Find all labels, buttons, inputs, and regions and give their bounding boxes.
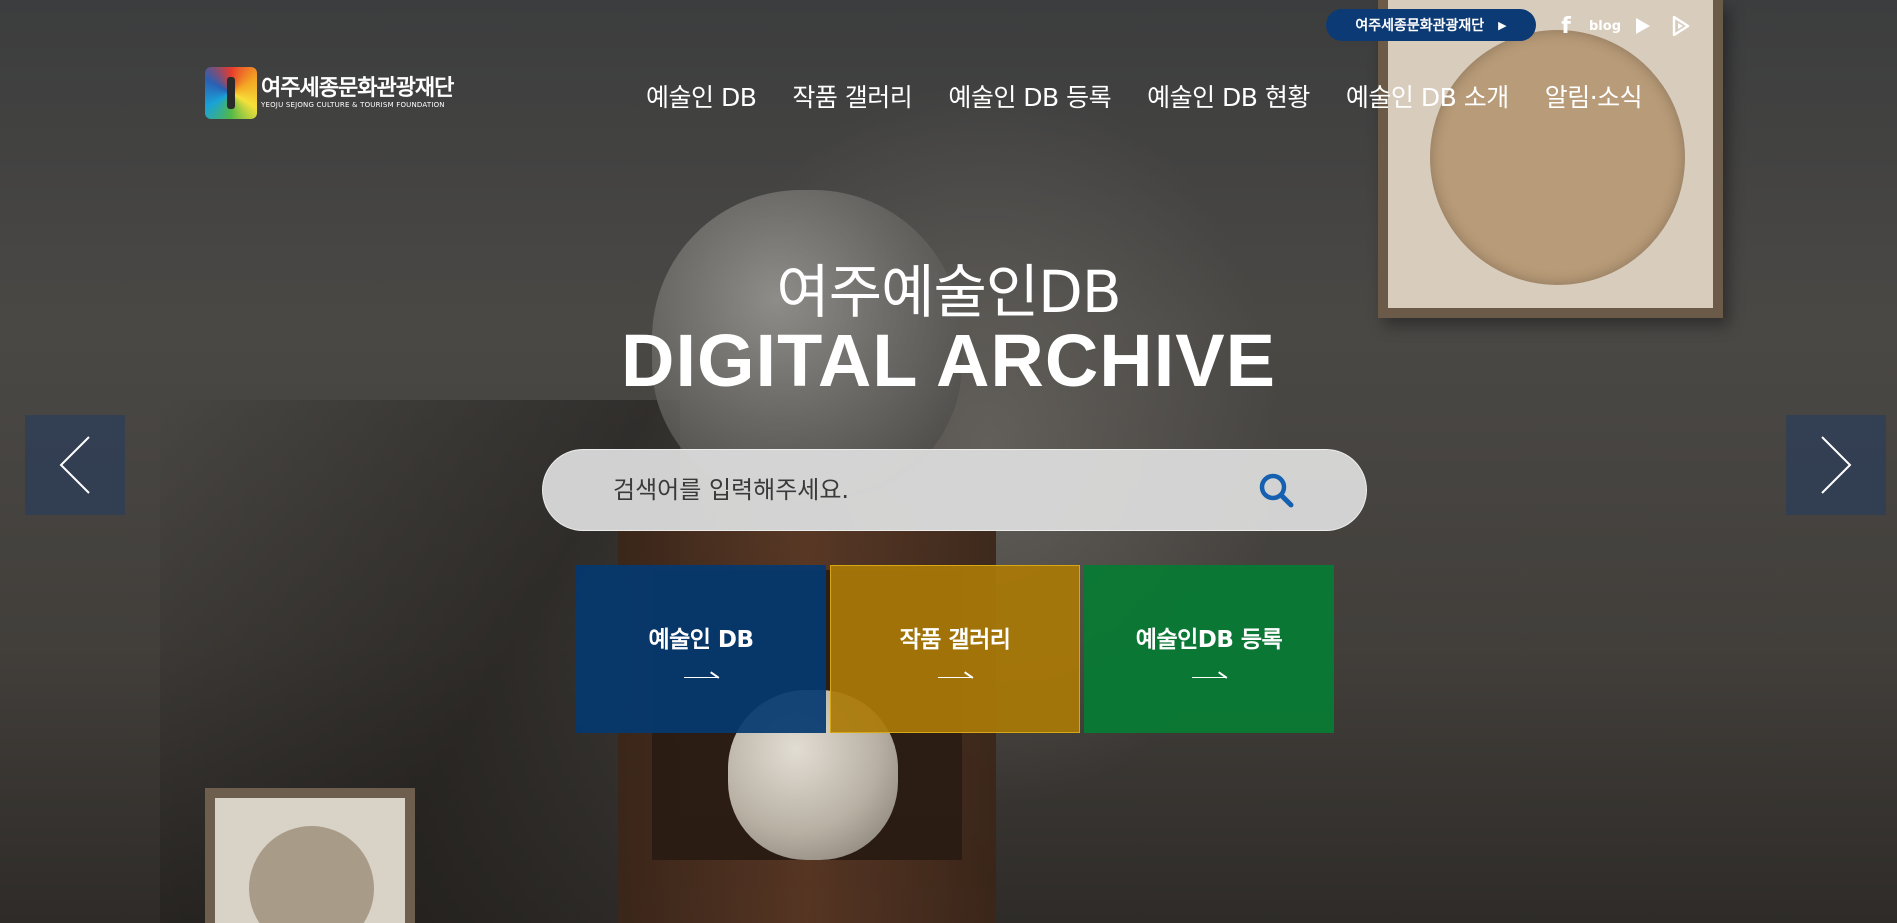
logo-name: 여주세종문화관광재단: [261, 76, 454, 101]
nav-item-status[interactable]: 예술인 DB 현황: [1129, 78, 1328, 114]
carousel-prev-button[interactable]: [25, 415, 125, 515]
search-input[interactable]: [613, 450, 1253, 530]
quick-link-artist-db[interactable]: 예술인 DB: [576, 565, 826, 733]
nav-item-gallery[interactable]: 작품 갤러리: [774, 78, 930, 114]
arrow-right-icon: [1192, 670, 1226, 678]
search-bar: [542, 449, 1367, 531]
search-icon: [1259, 473, 1294, 508]
quick-link-register[interactable]: 예술인DB 등록: [1084, 565, 1334, 733]
play-arrow-icon: ▶: [1498, 18, 1507, 32]
nav-item-artist-db[interactable]: 예술인 DB: [646, 78, 774, 114]
logo-english-name: YEOJU SEJONG CULTURE & TOURISM FOUNDATIO…: [261, 101, 445, 109]
chevron-left-icon: [59, 436, 90, 494]
quick-link-label: 예술인DB 등록: [1135, 627, 1283, 653]
youtube-icon[interactable]: [1633, 13, 1653, 39]
search-button[interactable]: [1256, 470, 1296, 510]
main-navigation: 예술인 DB 작품 갤러리 예술인 DB 등록 예술인 DB 현황 예술인 DB…: [646, 78, 1643, 114]
facebook-icon[interactable]: f: [1556, 13, 1576, 39]
quick-link-label: 작품 갤러리: [899, 627, 1011, 653]
play-store-icon[interactable]: [1671, 13, 1691, 39]
logo-tree-icon: [205, 67, 257, 119]
logo-text: 여주세종문화관광재단 YEOJU SEJONG CULTURE & TOURIS…: [261, 76, 454, 110]
hero-subtitle: 여주예술인DB: [776, 258, 1121, 326]
blog-icon[interactable]: blog: [1589, 13, 1621, 39]
carousel-next-button[interactable]: [1786, 415, 1886, 515]
hero-title: DIGITAL ARCHIVE: [621, 319, 1276, 402]
arrow-right-icon: [938, 670, 972, 678]
arrow-right-icon: [684, 670, 718, 678]
foundation-logo[interactable]: 여주세종문화관광재단 YEOJU SEJONG CULTURE & TOURIS…: [205, 67, 454, 119]
nav-item-register[interactable]: 예술인 DB 등록: [930, 78, 1129, 114]
chevron-right-icon: [1821, 436, 1852, 494]
quick-link-gallery[interactable]: 작품 갤러리: [830, 565, 1080, 733]
foundation-site-label: 여주세종문화관광재단: [1355, 18, 1485, 34]
nav-item-about[interactable]: 예술인 DB 소개: [1328, 78, 1527, 114]
nav-item-news[interactable]: 알림·소식: [1527, 78, 1643, 114]
framed-vase-picture: [205, 788, 415, 923]
blog-label: blog: [1589, 18, 1621, 34]
vase-image: [249, 826, 374, 923]
foundation-site-link[interactable]: 여주세종문화관광재단 ▶: [1326, 9, 1536, 41]
utility-bar: 여주세종문화관광재단 ▶ f blog: [0, 9, 1897, 43]
quick-links: 예술인 DB 작품 갤러리 예술인DB 등록: [576, 565, 1334, 733]
quick-link-label: 예술인 DB: [648, 627, 754, 653]
